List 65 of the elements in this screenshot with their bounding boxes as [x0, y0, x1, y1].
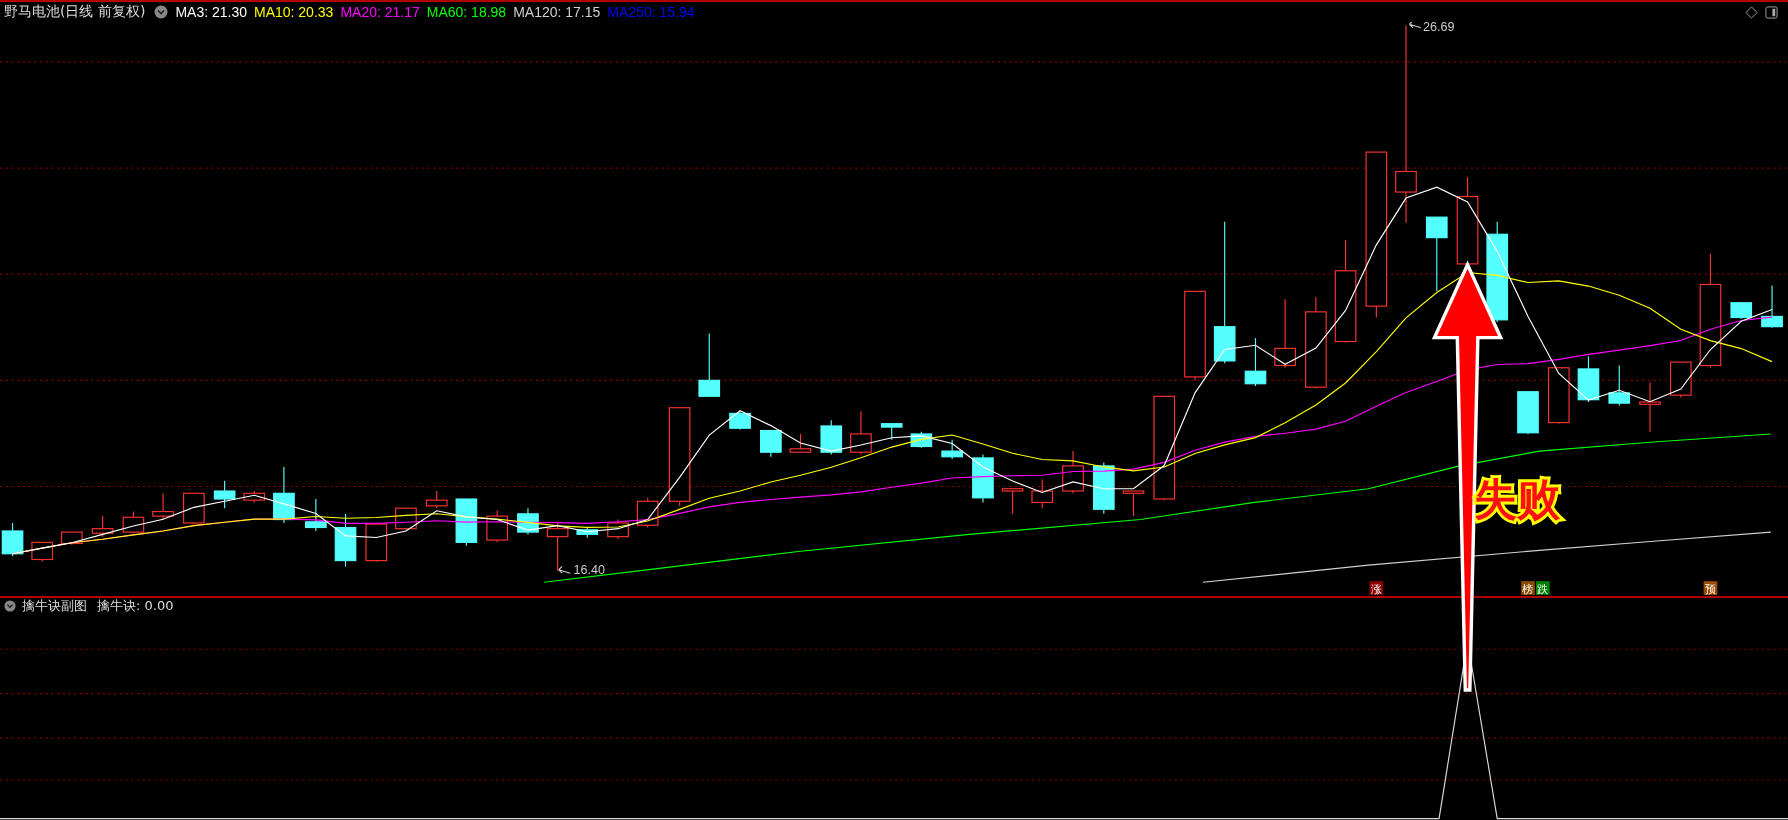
candlestick [273, 466, 295, 524]
signal-marker: 跌 [1536, 581, 1550, 596]
candlestick [334, 513, 357, 567]
candlestick [61, 531, 83, 546]
candlestick [1031, 479, 1054, 509]
ma-value: MA3: 21.30 [175, 4, 247, 20]
candlestick [31, 541, 53, 563]
diamond-icon[interactable] [1745, 5, 1758, 19]
candlestick [1244, 337, 1267, 387]
panel-toggle-icon[interactable] [1765, 5, 1778, 19]
candlestick [1, 522, 24, 557]
candlestick [365, 523, 388, 563]
ma-value: MA20: 21.17 [340, 4, 420, 20]
candlestick [607, 518, 629, 540]
candlestick [486, 509, 508, 543]
candlestick [122, 511, 145, 534]
candlestick [517, 507, 539, 535]
candlestick [1577, 355, 1600, 403]
candlestick [1730, 302, 1753, 320]
candlestick [1761, 285, 1783, 329]
candlestick [1062, 450, 1084, 494]
candlestick [1639, 382, 1661, 433]
candlestick [1001, 488, 1024, 515]
candlestick [1274, 298, 1296, 369]
dropdown-icon[interactable] [4, 600, 16, 612]
candlestick [213, 480, 236, 509]
candlestick [243, 490, 266, 503]
candlestick [305, 498, 327, 532]
candlestick [152, 492, 174, 521]
signal-marker: 预 [1703, 581, 1718, 596]
candlestick [1122, 490, 1145, 517]
indicator-title: 擒牛诀副图 [22, 597, 87, 615]
candlestick [455, 498, 478, 547]
dropdown-icon[interactable] [154, 5, 169, 19]
signal-marker: 涨 [1369, 581, 1384, 596]
indicator-value: 擒牛诀: 0.00 [97, 597, 174, 615]
ma-value: MA10: 20.33 [254, 4, 334, 20]
candlestick [1670, 361, 1692, 398]
candlestick [698, 332, 721, 397]
candlestick [789, 433, 812, 453]
candlestick [760, 429, 782, 458]
candlestick [941, 439, 963, 460]
stock-title: 野马电池(日线 前复权) [4, 3, 146, 21]
price-label: 26.69 [1423, 22, 1455, 35]
signal-marker: 榜 [1521, 581, 1535, 596]
candlestick [91, 515, 114, 538]
candlestick [1547, 367, 1570, 425]
pointer-icon [1408, 22, 1422, 29]
ma-value: MA60: 18.98 [426, 4, 507, 20]
price-label: 16.40 [573, 563, 605, 578]
candlestick [183, 492, 205, 525]
candlestick [729, 410, 751, 430]
candlestick [820, 419, 843, 456]
pointer-icon [558, 565, 571, 574]
candlestick [1608, 364, 1631, 406]
candlestick [1093, 461, 1115, 515]
ma-value: MA120: 17.15 [513, 4, 601, 20]
ma-value: MA250: 15.94 [607, 4, 695, 20]
candlestick [850, 410, 872, 456]
candlestick [576, 526, 599, 539]
candlestick [425, 490, 448, 509]
candlestick [972, 453, 994, 503]
candlestick [880, 423, 903, 441]
candlestick [546, 522, 569, 572]
candlestick [1517, 391, 1539, 435]
